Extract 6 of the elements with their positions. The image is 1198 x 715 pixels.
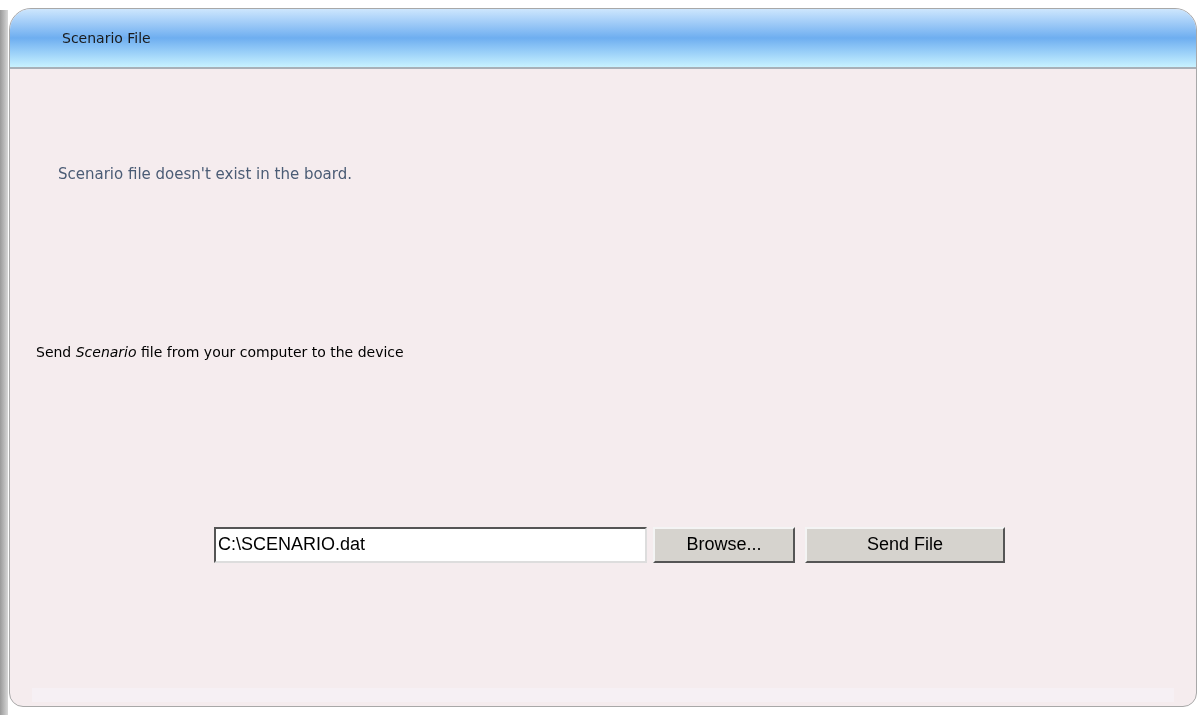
panel-title: Scenario File [62, 28, 151, 48]
browse-button[interactable]: Browse... [653, 526, 795, 563]
instruction-text: Send Scenario file from your computer to the device [36, 342, 405, 362]
send-file-button[interactable]: Send File [805, 526, 1005, 563]
file-path-field[interactable]: C:\SCENARIO.dat [214, 526, 647, 563]
status-message: Scenario file doesn't exist in the board. [58, 164, 353, 185]
